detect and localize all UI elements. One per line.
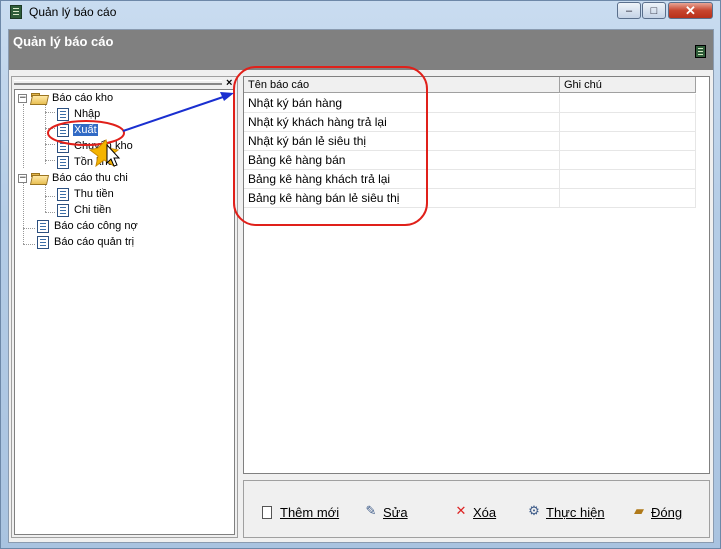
report-doc-icon [57, 203, 69, 217]
tree-node-label: Báo cáo quản trị [54, 236, 135, 248]
tree-connector [45, 112, 55, 113]
tree-node-bao-cao-kho[interactable]: − Báo cáo kho [18, 90, 114, 106]
tree-node-label-selected: Xuất [73, 124, 98, 136]
page-header: Quản lý báo cáo [9, 30, 713, 70]
window-title: Quản lý báo cáo [29, 5, 117, 19]
tree-node-label: Báo cáo công nợ [54, 220, 138, 232]
tree-node-xuat[interactable]: Xuất [57, 122, 98, 138]
app-icon [10, 5, 22, 19]
tree-connector [23, 228, 35, 229]
edit-button[interactable]: ✎ Sửa [364, 503, 408, 521]
run-button[interactable]: ⚙ Thực hiện [527, 503, 605, 521]
tree-connector [45, 160, 55, 161]
client-area: Quản lý báo cáo × − Báo cáo kho Nhập Xuấ… [8, 29, 714, 543]
report-name-cell: Nhật ký bán lẻ siêu thị [244, 132, 560, 151]
report-name-cell: Bảng kê hàng bán [244, 151, 560, 170]
report-icon[interactable] [695, 45, 706, 58]
tree-connector [45, 212, 55, 213]
column-header-note[interactable]: Ghi chú [560, 77, 696, 93]
add-new-label: Thêm mới [280, 504, 340, 520]
tree-node-label: Chuyển kho [74, 140, 133, 152]
report-tree-panel: × − Báo cáo kho Nhập Xuất Chuyển kho Tồn… [11, 76, 238, 538]
tree-node-chi-tien[interactable]: Chi tiền [57, 202, 112, 218]
note-cell [560, 189, 696, 208]
folder-open-icon [31, 172, 47, 184]
report-doc-icon [57, 187, 69, 201]
tree-connector [23, 244, 35, 245]
note-cell [560, 151, 696, 170]
tree-node-nhap[interactable]: Nhập [57, 106, 101, 122]
tree-node-thu-tien[interactable]: Thu tiền [57, 186, 115, 202]
note-cell [560, 94, 696, 113]
tree-connector [45, 104, 46, 164]
report-doc-icon [57, 155, 69, 169]
action-toolbar: Thêm mới ✎ Sửa ✕ Xóa ⚙ Thực hiện ▰ Đóng [243, 480, 710, 538]
tree-node-bao-cao-quan-tri[interactable]: Báo cáo quản trị [37, 234, 135, 250]
collapse-icon[interactable]: − [18, 93, 27, 103]
report-doc-icon [57, 107, 69, 121]
close-button[interactable]: ▰ Đóng [632, 503, 682, 521]
new-document-icon [262, 505, 272, 519]
edit-pencil-icon: ✎ [365, 504, 377, 519]
tree-node-bao-cao-thu-chi[interactable]: − Báo cáo thu chi [18, 170, 129, 186]
table-row[interactable]: Nhật ký bán hàng [244, 94, 696, 113]
report-doc-icon [57, 139, 69, 153]
collapse-icon[interactable]: − [18, 173, 27, 183]
tree-connector [23, 104, 24, 168]
tree-node-label: Tồn kho [74, 156, 114, 168]
table-row[interactable]: Nhật ký bán lẻ siêu thị [244, 132, 696, 151]
report-grid: Tên báo cáo Ghi chú Nhật ký bán hàng Nhậ… [243, 76, 710, 474]
tree-connector [45, 196, 55, 197]
app-window: Quản lý báo cáo – □ ✕ Quản lý báo cáo × [0, 0, 721, 549]
tree-connector [23, 180, 24, 244]
report-name-cell: Nhật ký bán hàng [244, 94, 560, 113]
edit-label: Sửa [383, 504, 408, 520]
column-header-report-name[interactable]: Tên báo cáo [244, 77, 560, 93]
add-new-button[interactable]: Thêm mới [262, 503, 339, 521]
report-name-cell: Bảng kê hàng khách trả lại [244, 170, 560, 189]
tree-node-chuyen-kho[interactable]: Chuyển kho [57, 138, 134, 154]
report-doc-icon [37, 219, 49, 233]
panel-grip[interactable] [14, 80, 222, 85]
tree-node-label: Báo cáo thu chi [52, 172, 128, 184]
tree-node-label: Chi tiền [74, 204, 112, 216]
table-row[interactable]: Nhật ký khách hàng trả lại [244, 113, 696, 132]
close-folder-icon: ▰ [634, 504, 644, 519]
table-row[interactable]: Bảng kê hàng bán lẻ siêu thị [244, 189, 696, 208]
tree-node-label: Thu tiền [74, 188, 114, 200]
close-panel-icon[interactable]: × [226, 77, 232, 89]
table-row[interactable]: Bảng kê hàng khách trả lại [244, 170, 696, 189]
minimize-button[interactable]: – [617, 2, 641, 19]
note-cell [560, 170, 696, 189]
delete-button[interactable]: ✕ Xóa [454, 503, 497, 521]
tree-connector [45, 128, 55, 129]
delete-x-icon: ✕ [455, 504, 467, 519]
page-title: Quản lý báo cáo [13, 34, 114, 49]
run-label: Thực hiện [546, 504, 605, 520]
title-bar[interactable]: Quản lý báo cáo – □ ✕ [1, 1, 720, 23]
run-report-icon: ⚙ [528, 504, 540, 519]
report-tree: − Báo cáo kho Nhập Xuất Chuyển kho Tồn k… [14, 89, 235, 535]
report-doc-icon [57, 123, 69, 137]
note-cell [560, 132, 696, 151]
report-name-cell: Nhật ký khách hàng trả lại [244, 113, 560, 132]
delete-label: Xóa [473, 504, 497, 520]
report-name-cell: Bảng kê hàng bán lẻ siêu thị [244, 189, 560, 208]
note-cell [560, 113, 696, 132]
close-window-button[interactable]: ✕ [668, 2, 713, 19]
tree-node-ton-kho[interactable]: Tồn kho [57, 154, 115, 170]
tree-node-label: Báo cáo kho [52, 92, 114, 104]
tree-connector [45, 184, 46, 212]
close-label: Đóng [651, 504, 683, 520]
table-row[interactable]: Bảng kê hàng bán [244, 151, 696, 170]
folder-open-icon [31, 92, 47, 104]
tree-node-label: Nhập [74, 108, 101, 120]
tree-connector [45, 144, 55, 145]
maximize-button[interactable]: □ [642, 2, 666, 19]
report-doc-icon [37, 235, 49, 249]
grid-header: Tên báo cáo Ghi chú [244, 77, 696, 93]
tree-node-bao-cao-cong-no[interactable]: Báo cáo công nợ [37, 218, 139, 234]
